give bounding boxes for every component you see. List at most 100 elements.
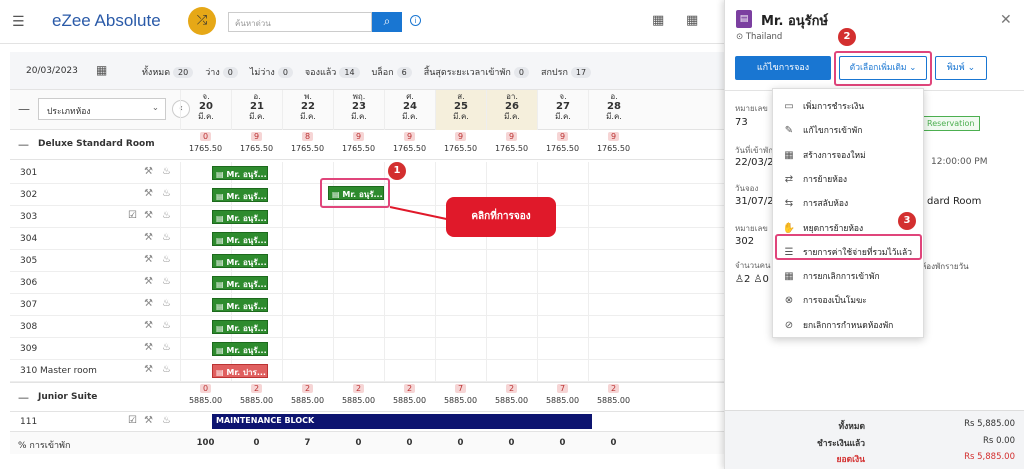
- calendar-add-icon[interactable]: ▦: [652, 13, 664, 28]
- date-cell[interactable]: [486, 162, 537, 184]
- day-header-28[interactable]: อ. 28 มี.ค.: [588, 90, 639, 130]
- booking-block[interactable]: ▤ Mr. อนุรั...: [212, 210, 268, 224]
- date-cell[interactable]: [486, 272, 537, 294]
- date-cell[interactable]: [435, 294, 486, 316]
- broom-icon[interactable]: ⚒: [144, 364, 153, 375]
- room-number[interactable]: 305: [20, 256, 37, 266]
- clean-status-icon[interactable]: ♨: [162, 276, 171, 287]
- stat-0[interactable]: ทั้งหมด 20: [142, 67, 194, 78]
- date-cell[interactable]: [537, 272, 588, 294]
- room-type-select[interactable]: ประเภทห้อง ⌄: [38, 98, 166, 120]
- date-cell[interactable]: [384, 184, 435, 206]
- broom-icon[interactable]: ⚒: [144, 276, 153, 287]
- search-input[interactable]: ค้นหาด่วน: [228, 12, 372, 32]
- day-header-22[interactable]: พ. 22 มี.ค.: [282, 90, 333, 130]
- date-cell[interactable]: [435, 272, 486, 294]
- date-cell[interactable]: [282, 250, 333, 272]
- date-cell[interactable]: [333, 316, 384, 338]
- menu-item-2[interactable]: ▦ สร้างการจองใหม่: [781, 144, 921, 168]
- date-cell[interactable]: [588, 294, 639, 316]
- app-logo[interactable]: eZee Absolute: [52, 11, 161, 31]
- date-cell[interactable]: [537, 162, 588, 184]
- close-icon[interactable]: ✕: [1000, 12, 1012, 28]
- room-number[interactable]: 302: [20, 190, 37, 200]
- checkbox-icon[interactable]: ☑: [128, 415, 137, 426]
- clean-status-icon[interactable]: ♨: [162, 415, 171, 426]
- collapse-icon[interactable]: —: [18, 102, 30, 116]
- room-number[interactable]: 307: [20, 300, 37, 310]
- day-header-27[interactable]: จ. 27 มี.ค.: [537, 90, 588, 130]
- date-cell[interactable]: [333, 360, 384, 382]
- date-cell[interactable]: [435, 162, 486, 184]
- booking-block[interactable]: ▤ Mr. อนุรั...: [212, 342, 268, 356]
- booking-block[interactable]: ▤ Mr. อนุรั...: [212, 298, 268, 312]
- clean-status-icon[interactable]: ♨: [162, 342, 171, 353]
- day-header-21[interactable]: อ. 21 มี.ค.: [231, 90, 282, 130]
- shuffle-icon[interactable]: ⤮: [188, 7, 216, 35]
- date-cell[interactable]: [333, 338, 384, 360]
- date-cell[interactable]: [282, 316, 333, 338]
- date-cell[interactable]: [333, 250, 384, 272]
- menu-item-4[interactable]: ⇆ การสลับห้อง: [781, 192, 921, 216]
- room-number[interactable]: 310 Master room: [20, 366, 97, 376]
- booking-block[interactable]: ▤ Mr. ปาร...: [212, 364, 268, 378]
- date-cell[interactable]: [537, 338, 588, 360]
- booking-block[interactable]: ▤ Mr. อนุรั...: [212, 276, 268, 290]
- date-cell[interactable]: [384, 272, 435, 294]
- date-cell[interactable]: [384, 338, 435, 360]
- booking-block[interactable]: ▤ Mr. อนุรั...: [212, 232, 268, 246]
- date-cell[interactable]: [486, 338, 537, 360]
- date-cell[interactable]: [435, 316, 486, 338]
- date-cell[interactable]: [588, 228, 639, 250]
- hamburger-menu-icon[interactable]: ☰: [12, 14, 25, 30]
- date-cell[interactable]: [282, 360, 333, 382]
- broom-icon[interactable]: ⚒: [144, 210, 153, 221]
- date-cell[interactable]: [384, 228, 435, 250]
- date-cell[interactable]: [588, 162, 639, 184]
- date-cell[interactable]: [384, 250, 435, 272]
- calendar-picker-icon[interactable]: ▦: [96, 63, 107, 77]
- room-number[interactable]: 111: [20, 417, 37, 427]
- stat-2[interactable]: ไม่ว่าง 0: [250, 67, 293, 78]
- clean-status-icon[interactable]: ♨: [162, 210, 171, 221]
- broom-icon[interactable]: ⚒: [144, 254, 153, 265]
- edit-reservation-button[interactable]: แก้ไขการจอง: [735, 56, 831, 80]
- date-cell[interactable]: [282, 272, 333, 294]
- date-cell[interactable]: [588, 360, 639, 382]
- date-cell[interactable]: [588, 316, 639, 338]
- stat-1[interactable]: ว่าง 0: [205, 67, 238, 78]
- room-number[interactable]: 309: [20, 344, 37, 354]
- date-cell[interactable]: [282, 294, 333, 316]
- room-number[interactable]: 303: [20, 212, 37, 222]
- broom-icon[interactable]: ⚒: [144, 232, 153, 243]
- broom-icon[interactable]: ⚒: [144, 342, 153, 353]
- date-cell[interactable]: [282, 206, 333, 228]
- broom-icon[interactable]: ⚒: [144, 188, 153, 199]
- menu-item-3[interactable]: ⇄ การย้ายห้อง: [781, 168, 921, 192]
- date-cell[interactable]: [384, 316, 435, 338]
- day-header-26[interactable]: อา. 26 มี.ค.: [486, 90, 537, 130]
- date-cell[interactable]: [435, 250, 486, 272]
- date-cell[interactable]: [537, 360, 588, 382]
- date-cell[interactable]: [537, 316, 588, 338]
- broom-icon[interactable]: ⚒: [144, 166, 153, 177]
- selected-booking-block[interactable]: ▤ Mr. อนุรั...: [328, 186, 384, 200]
- date-cell[interactable]: [486, 360, 537, 382]
- clean-status-icon[interactable]: ♨: [162, 188, 171, 199]
- day-header-24[interactable]: ศ. 24 มี.ค.: [384, 90, 435, 130]
- booking-block[interactable]: ▤ Mr. อนุรั...: [212, 188, 268, 202]
- stat-6[interactable]: สกปรก 17: [541, 67, 592, 78]
- menu-item-7[interactable]: ▦ การยกเลิกการเข้าพัก: [781, 265, 921, 289]
- clean-status-icon[interactable]: ♨: [162, 298, 171, 309]
- date-cell[interactable]: [486, 294, 537, 316]
- booking-block[interactable]: ▤ Mr. อนุรั...: [212, 320, 268, 334]
- room-number[interactable]: 306: [20, 278, 37, 288]
- room-number[interactable]: 304: [20, 234, 37, 244]
- menu-item-0[interactable]: ▭ เพิ่มการชำระเงิน: [781, 95, 921, 119]
- room-number[interactable]: 301: [20, 168, 37, 178]
- maintenance-block[interactable]: MAINTENANCE BLOCK: [212, 414, 592, 429]
- clean-status-icon[interactable]: ♨: [162, 166, 171, 177]
- date-cell[interactable]: [282, 228, 333, 250]
- broom-icon[interactable]: ⚒: [144, 415, 153, 426]
- date-cell[interactable]: [384, 360, 435, 382]
